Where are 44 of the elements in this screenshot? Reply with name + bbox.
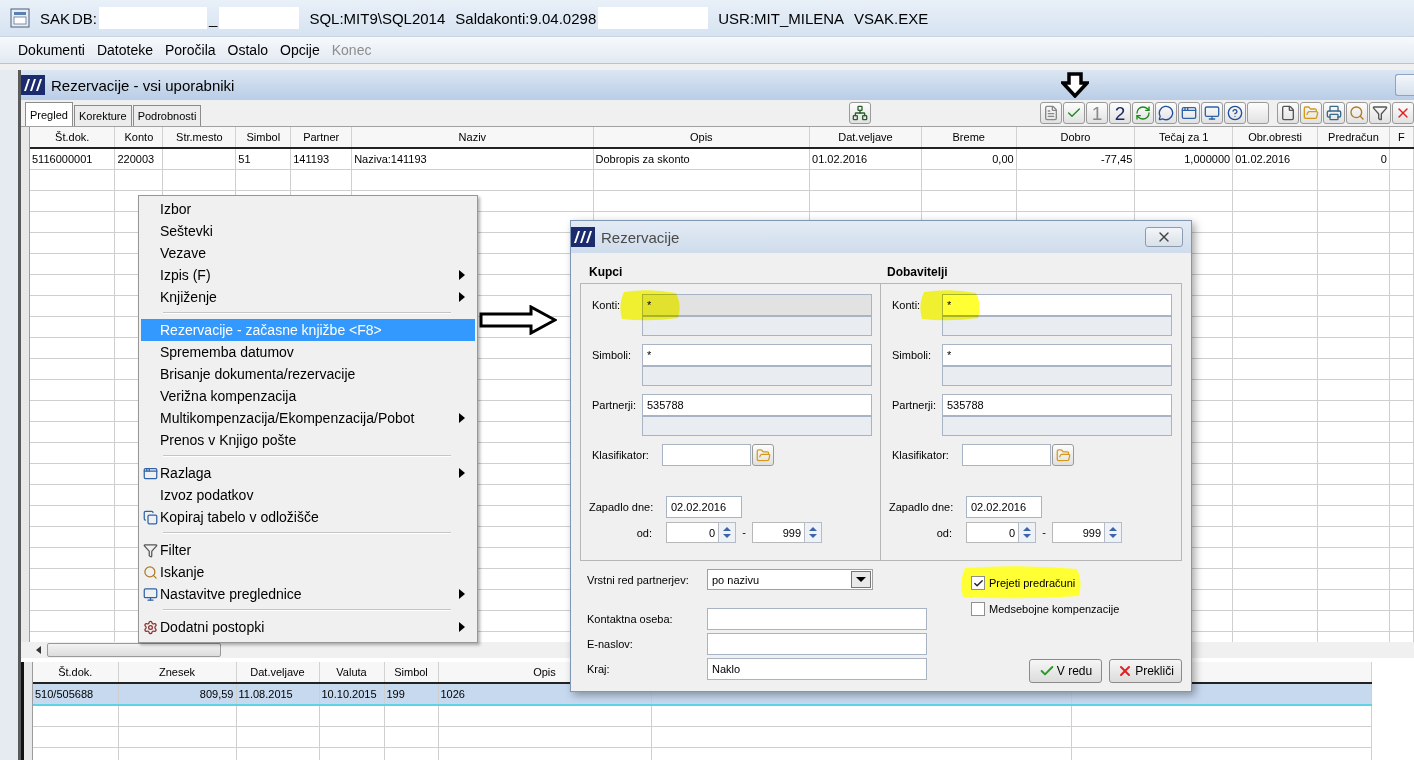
- title-text: VSAK.EXE: [854, 9, 929, 27]
- table-cell: 0,00: [921, 148, 1017, 170]
- table-cell: 510/505688: [33, 683, 118, 705]
- field-label: od:: [935, 526, 953, 539]
- field-label: Klasifikator:: [892, 448, 950, 461]
- table-cell: 220003: [114, 148, 163, 170]
- title-text: USR:MIT_MILENA: [718, 9, 845, 27]
- table-cell: 0: [1317, 148, 1390, 170]
- table-cell: 5116000001: [30, 148, 115, 170]
- table-cell: 1,000000: [1134, 148, 1233, 170]
- title-text: SAK: [40, 9, 70, 27]
- group-heading: Kupci: [588, 265, 624, 281]
- table-cell: 51: [235, 148, 291, 170]
- table-cell: Naziva:141193: [351, 148, 593, 170]
- field-label: Simboli:: [892, 348, 933, 361]
- dialog-title: Rezervacije: [601, 228, 681, 246]
- field-label: Konti:: [892, 298, 922, 311]
- field-label: Vrstni red partnerjev:: [587, 573, 690, 586]
- table-cell: Dobropis za skonto: [593, 148, 810, 170]
- table-cell: -77,45: [1016, 148, 1135, 170]
- checkbox-label: Prejeti predračuni: [989, 577, 1076, 589]
- title-text: Saldakonti:9.04.0298: [455, 9, 597, 27]
- title-text: _: [209, 9, 218, 27]
- table-cell: 01.02.2016: [1232, 148, 1318, 170]
- range-separator: -: [741, 525, 747, 538]
- field-label: E-naslov:: [587, 637, 634, 650]
- field-label: Kraj:: [587, 662, 611, 675]
- field-label: Kontaktna oseba:: [587, 612, 674, 625]
- field-label: Zapadlo dne:: [589, 500, 655, 513]
- range-separator: -: [1041, 525, 1047, 538]
- group-heading: Dobavitelji: [886, 265, 949, 281]
- field-label: Simboli:: [592, 348, 633, 361]
- title-text: DB:: [72, 9, 98, 27]
- table-cell: 01.02.2016: [809, 148, 922, 170]
- window-title: Rezervacije - vsi uporabniki: [51, 76, 235, 94]
- title-text: SQL:MIT9\SQL2014: [309, 9, 446, 27]
- field-label: Klasifikator:: [592, 448, 650, 461]
- field-label: Partnerji:: [592, 398, 638, 411]
- field-label: Zapadlo dne:: [889, 500, 955, 513]
- checkbox-label: Medsebojne kompenzacije: [989, 603, 1120, 615]
- field-label: Konti:: [592, 298, 622, 311]
- table-cell: 141193: [290, 148, 352, 170]
- field-label: Partnerji:: [892, 398, 938, 411]
- field-label: od:: [635, 526, 653, 539]
